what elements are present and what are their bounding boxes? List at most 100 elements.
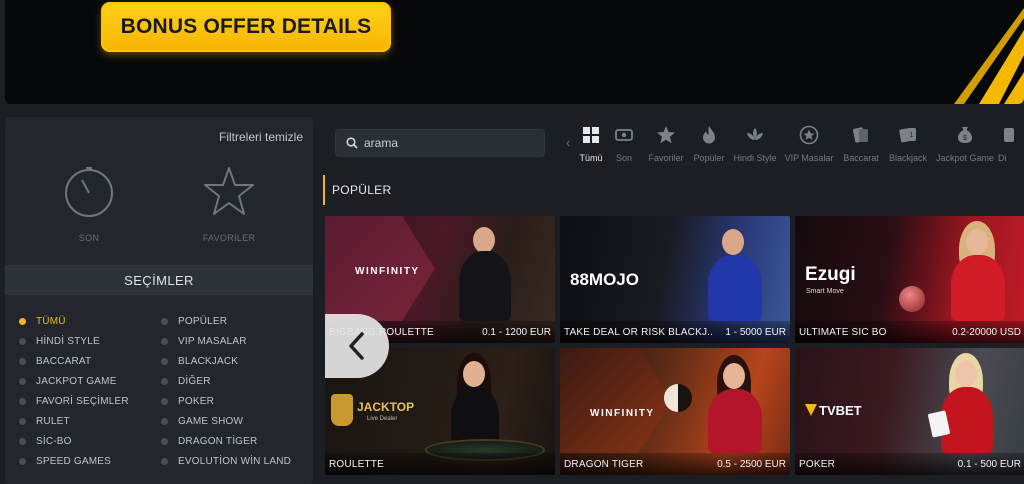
tab-baccarat[interactable]: Baccarat: [838, 123, 884, 169]
tab-vip-tables[interactable]: VIP Masalar: [780, 123, 838, 169]
category-dragon-tiger[interactable]: DRAGON TİGER: [161, 435, 303, 447]
provider-logo: TVBET: [819, 403, 862, 418]
category-label: JACKPOT GAME: [36, 375, 117, 387]
star-icon: [657, 126, 675, 144]
radio-dot: [161, 337, 168, 345]
category-label: POKER: [178, 395, 215, 407]
yin-yang-icon: [664, 384, 692, 412]
tab-label: Popüler: [693, 153, 725, 163]
blackjack-icon: 1: [899, 128, 916, 143]
category-label: RULET: [36, 415, 70, 427]
category-list: TÜMÜ POPÜLER HİNDİ STYLE VIP MASALAR BAC…: [19, 315, 309, 467]
radio-dot: [19, 457, 26, 465]
tab-label: Blackjack: [888, 153, 927, 163]
category-label: HİNDİ STYLE: [36, 335, 100, 347]
radio-dot: [19, 417, 26, 425]
category-tabs: Tümü Son Favoriler Popüler Hindi Style V…: [578, 123, 1018, 169]
category-sic-bo[interactable]: SİC-BO: [19, 435, 161, 447]
dealer-figure: [455, 221, 515, 321]
search-input[interactable]: [364, 136, 534, 150]
category-label: EVOLUTİON WİN LAND: [178, 455, 292, 467]
section-title: POPÜLER: [323, 175, 391, 205]
dealer-figure: [443, 353, 507, 453]
recent-filter[interactable]: SON: [29, 165, 149, 243]
category-vip-tables[interactable]: VIP MASALAR: [161, 335, 303, 347]
radio-dot: [161, 357, 168, 365]
tab-label: Son: [615, 153, 632, 163]
radio-dot: [19, 357, 26, 365]
category-roulette[interactable]: RULET: [19, 415, 161, 427]
tab-label: VIP Masalar: [784, 153, 834, 163]
search-icon: [346, 137, 358, 149]
lotus-icon: [747, 128, 763, 140]
radio-dot: [19, 377, 26, 385]
tab-popular[interactable]: Popüler: [688, 123, 730, 169]
chevron-left-icon: [349, 332, 364, 360]
category-label: BACCARAT: [36, 355, 92, 367]
radio-dot: [161, 457, 168, 465]
tab-other[interactable]: Di: [998, 123, 1018, 169]
category-label: TÜMÜ: [36, 315, 66, 327]
game-info: ULTIMATE SİC BO 0.2-20000 USD: [795, 321, 1024, 343]
category-jackpot-game[interactable]: JACKPOT GAME: [19, 375, 161, 387]
tabs-scroll-left-icon[interactable]: ‹: [566, 135, 570, 150]
category-label: SİC-BO: [36, 435, 72, 447]
game-name: ROULETTE: [329, 458, 384, 470]
game-name: POKER: [799, 458, 836, 470]
radio-dot: [161, 397, 168, 405]
tab-blackjack[interactable]: 1 Blackjack: [884, 123, 932, 169]
provider-logo: 88MOJO: [570, 270, 639, 289]
flame-icon: [703, 126, 715, 144]
selections-header: SEÇİMLER: [5, 265, 313, 295]
game-info: ROULETTE: [325, 453, 555, 475]
game-info: TAKE DEAL OR RISK BLACKJ... 1 - 5000 EUR: [560, 321, 790, 343]
filter-panel: Filtreleri temizle SON FAVORİLER SEÇİMLE…: [5, 117, 313, 484]
radio-dot: [19, 317, 26, 325]
clear-filters-link[interactable]: Filtreleri temizle: [219, 130, 303, 144]
category-label: FAVORİ SEÇİMLER: [36, 395, 129, 407]
game-name: ULTIMATE SİC BO: [799, 326, 887, 338]
tab-favorites[interactable]: Favoriler: [644, 123, 688, 169]
favorites-filter[interactable]: FAVORİLER: [169, 165, 289, 243]
game-card[interactable]: 88MOJO TAKE DEAL OR RISK BLACKJ... 1 - 5…: [560, 216, 790, 343]
bet-limits: 0.1 - 500 EUR: [957, 458, 1021, 470]
category-speed-games[interactable]: SPEED GAMES: [19, 455, 161, 467]
jacktop-mascot: [331, 394, 353, 426]
provider-logo: JACKTOP: [357, 400, 415, 414]
category-favorite-selections[interactable]: FAVORİ SEÇİMLER: [19, 395, 161, 407]
game-name: DRAGON TİGER: [564, 458, 644, 470]
category-hindi-style[interactable]: HİNDİ STYLE: [19, 335, 161, 347]
dealer-figure: [935, 353, 999, 453]
svg-text:1: 1: [910, 132, 914, 139]
more-icon: [1004, 128, 1014, 142]
radio-dot: [161, 417, 168, 425]
category-poker[interactable]: POKER: [161, 395, 303, 407]
dealer-figure: [700, 221, 770, 321]
category-label: BLACKJACK: [178, 355, 239, 367]
dealer-figure: [945, 221, 1011, 321]
recent-label: SON: [78, 233, 100, 243]
carousel-prev-button[interactable]: [325, 314, 389, 378]
ticket-icon: [615, 129, 633, 141]
game-card[interactable]: Ezugi Smart Move ULTIMATE SİC BO 0.2-200…: [795, 216, 1024, 343]
bonus-offer-button[interactable]: BONUS OFFER DETAILS: [101, 2, 391, 52]
radio-dot: [161, 377, 168, 385]
provider-logo: WINFINITY: [355, 266, 420, 277]
tab-hindi-style[interactable]: Hindi Style: [730, 123, 780, 169]
game-card[interactable]: TVBET POKER 0.1 - 500 EUR: [795, 348, 1024, 475]
bet-limits: 0.1 - 1200 EUR: [482, 326, 551, 338]
category-evolution-win-land[interactable]: EVOLUTİON WİN LAND: [161, 455, 303, 467]
category-baccarat[interactable]: BACCARAT: [19, 355, 161, 367]
category-label: SPEED GAMES: [36, 455, 111, 467]
game-card[interactable]: WINFINITY DRAGON TİGER 0.5 - 2500 EUR: [560, 348, 790, 475]
tab-label: Favoriler: [648, 153, 684, 163]
tab-all[interactable]: Tümü: [578, 123, 604, 169]
tab-jackpot-game[interactable]: $ Jackpot Game: [932, 123, 998, 169]
category-blackjack[interactable]: BLACKJACK: [161, 355, 303, 367]
tab-recent[interactable]: Son: [604, 123, 644, 169]
category-all[interactable]: TÜMÜ: [19, 315, 161, 327]
category-label: DİĞER: [178, 375, 211, 387]
category-game-show[interactable]: GAME SHOW: [161, 415, 303, 427]
category-other[interactable]: DİĞER: [161, 375, 303, 387]
category-popular[interactable]: POPÜLER: [161, 315, 303, 327]
